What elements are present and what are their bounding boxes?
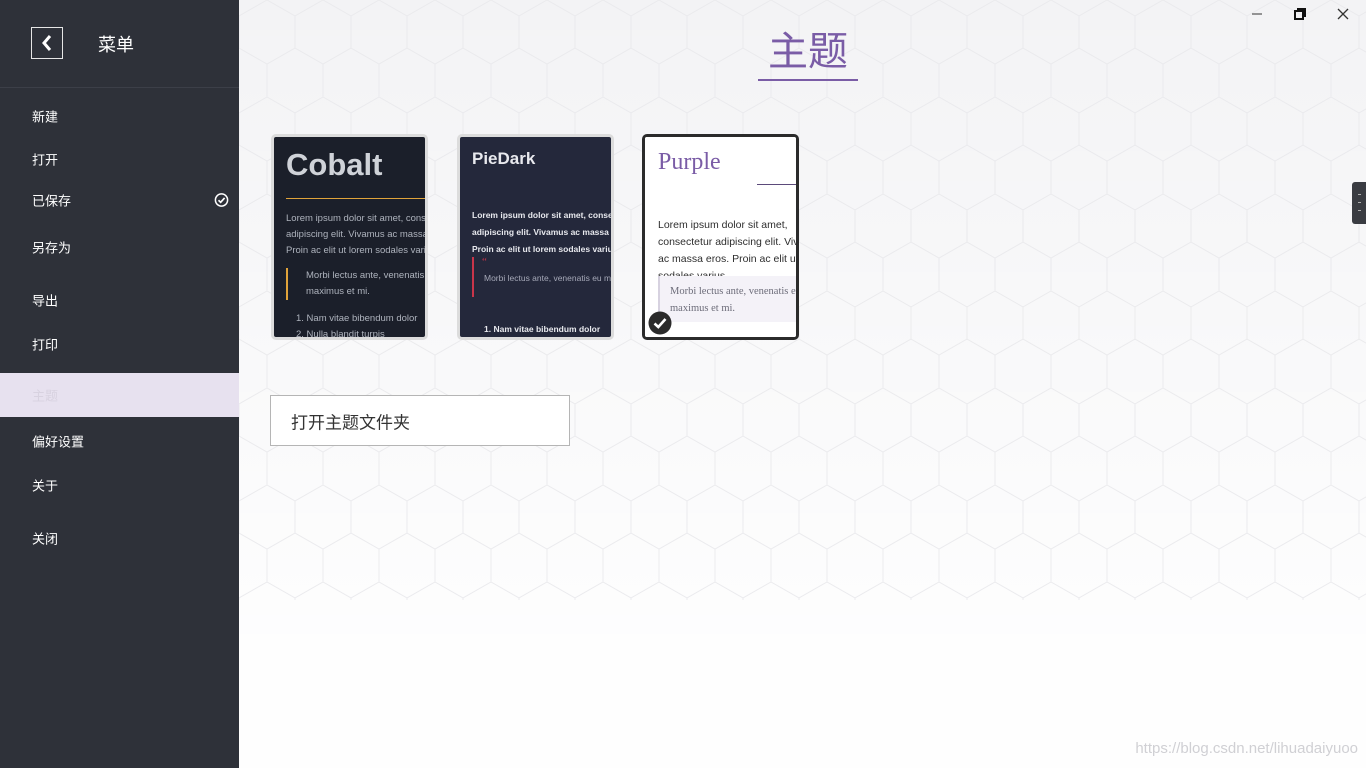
- handle-grip-line: [1358, 202, 1361, 203]
- preview-list: 1. Nam vitae bibendum dolor 2. Nulla bla…: [296, 311, 425, 337]
- preview-list-item: 2. Nulla blandit turpis: [296, 329, 385, 337]
- quote-bar: [286, 268, 288, 300]
- menu-item-label: 偏好设置: [32, 435, 85, 451]
- theme-name: Cobalt: [286, 147, 383, 182]
- menu-item-label: 另存为: [32, 241, 72, 257]
- menu-item-label: 关于: [32, 479, 59, 495]
- menu-item-label: 打开: [32, 153, 59, 169]
- theme-preview: Cobalt Lorem ipsum dolor sit amet, conse…: [274, 137, 425, 337]
- menu-item-label: 已保存: [32, 194, 72, 210]
- side-handle[interactable]: [1352, 182, 1366, 224]
- menu-item-print[interactable]: 打印: [0, 322, 239, 366]
- menu-item-close[interactable]: 关闭: [0, 516, 239, 560]
- restore-icon: [1294, 8, 1306, 20]
- menu-item-about[interactable]: 关于: [0, 463, 239, 507]
- close-button[interactable]: [1328, 4, 1358, 24]
- menu-item-save-as[interactable]: 另存为: [0, 225, 239, 269]
- theme-card-piedark[interactable]: PieDark Lorem ipsum dolor sit amet, cons…: [457, 134, 614, 340]
- menu-item-label: 新建: [32, 110, 59, 126]
- preview-paragraph: Lorem ipsum dolor sit amet, consectetur …: [286, 213, 425, 256]
- handle-grip-line: [1358, 210, 1361, 211]
- theme-name: PieDark: [472, 149, 536, 168]
- preview-quote: Morbi lectus ante, venenatis eu maximus …: [306, 270, 425, 297]
- watermark: https://blog.csdn.net/lihuadaiyuoo: [1135, 740, 1358, 757]
- preview-list-item: 1. Nam vitae bibendum dolor: [296, 313, 418, 324]
- menu-item-open[interactable]: 打开: [0, 137, 239, 181]
- menu-item-label: 关闭: [32, 532, 59, 548]
- minimize-button[interactable]: [1242, 4, 1272, 24]
- selected-check-icon: [648, 311, 672, 335]
- back-button[interactable]: [31, 27, 63, 59]
- menu-title: 菜单: [98, 35, 134, 56]
- hexagon-pattern-background: [239, 0, 1366, 600]
- close-icon: [1337, 8, 1349, 20]
- sidebar-header: 菜单: [0, 0, 239, 88]
- preview-quote: Morbi lectus ante, venenatis eu maximus …: [670, 286, 796, 314]
- menu-item-saved[interactable]: 已保存: [0, 178, 239, 222]
- menu-item-export[interactable]: 导出: [0, 278, 239, 322]
- menu-item-label: 主题: [32, 389, 59, 405]
- minimize-icon: [1252, 13, 1262, 15]
- chevron-left-icon: [42, 35, 52, 51]
- menu-item-label: 导出: [32, 294, 59, 310]
- open-theme-folder-button[interactable]: 打开主题文件夹: [270, 395, 570, 446]
- page-title-underline: [758, 79, 858, 81]
- menu-item-theme[interactable]: 主题: [0, 373, 239, 417]
- theme-preview: Purple Lorem ipsum dolor sit amet, conse…: [645, 137, 796, 337]
- theme-preview: PieDark Lorem ipsum dolor sit amet, cons…: [460, 137, 611, 337]
- button-label: 打开主题文件夹: [291, 413, 410, 433]
- maximize-button[interactable]: [1285, 4, 1315, 24]
- theme-name: Purple: [658, 149, 721, 175]
- quote-bar: [472, 257, 474, 297]
- preview-paragraph: Lorem ipsum dolor sit amet, consectetur …: [658, 219, 796, 282]
- check-circle-icon: [214, 193, 229, 207]
- divider: [757, 184, 796, 185]
- theme-card-cobalt[interactable]: Cobalt Lorem ipsum dolor sit amet, conse…: [271, 134, 428, 340]
- menu-item-preferences[interactable]: 偏好设置: [0, 419, 239, 463]
- theme-card-purple[interactable]: Purple Lorem ipsum dolor sit amet, conse…: [642, 134, 799, 340]
- preview-quote: Morbi lectus ante, venenatis eu maximus …: [484, 273, 611, 283]
- quote-mark: “: [482, 256, 487, 268]
- divider: [286, 198, 425, 199]
- main-content: 主题 Cobalt Lorem ipsum dolor sit amet, co…: [239, 0, 1366, 768]
- preview-list-item: 1. Nam vitae bibendum dolor: [484, 324, 601, 334]
- sidebar: 菜单 新建 打开 已保存 另存为 导出 打印 主题 偏好设置 关于 关闭: [0, 0, 239, 768]
- preview-paragraph: Lorem ipsum dolor sit amet, consectetur …: [472, 210, 611, 254]
- handle-grip-line: [1358, 194, 1361, 195]
- menu-item-label: 打印: [32, 338, 59, 354]
- menu-item-new[interactable]: 新建: [0, 94, 239, 138]
- page-title: 主题: [768, 29, 848, 75]
